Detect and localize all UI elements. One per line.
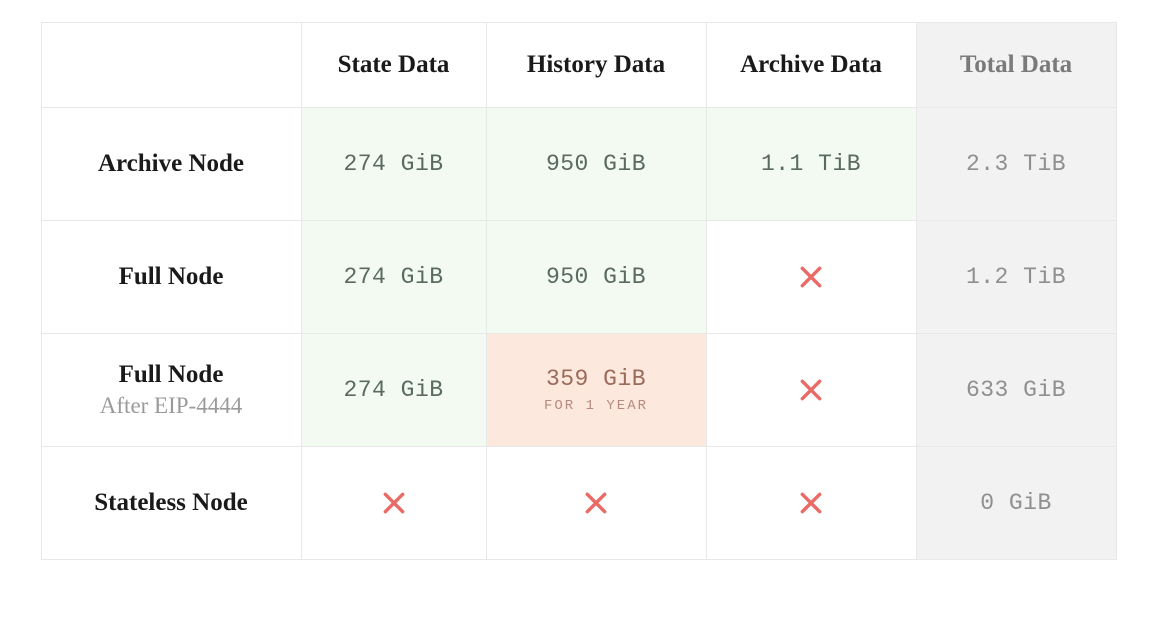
cell-archive-total: 2.3 TiB — [916, 108, 1116, 221]
page: State Data History Data Archive Data Tot… — [0, 0, 1157, 617]
x-icon — [798, 264, 824, 290]
cell-stateless-archive — [706, 447, 916, 560]
cell-archive-archive: 1.1 TiB — [706, 108, 916, 221]
cell-archive-history: 950 GiB — [486, 108, 706, 221]
header-blank — [41, 23, 301, 108]
cell-full-total: 1.2 TiB — [916, 221, 1116, 334]
header-archive: Archive Data — [706, 23, 916, 108]
x-icon — [798, 377, 824, 403]
cell-value: 274 GiB — [343, 151, 443, 177]
cell-full-history: 950 GiB — [486, 221, 706, 334]
header-total: Total Data — [916, 23, 1116, 108]
x-icon — [381, 490, 407, 516]
cell-value: 2.3 TiB — [966, 151, 1066, 177]
cell-archive-state: 274 GiB — [301, 108, 486, 221]
cell-stateless-history — [486, 447, 706, 560]
cell-value: 274 GiB — [343, 264, 443, 290]
row-label-main: Full Node — [42, 262, 301, 292]
header-row: State Data History Data Archive Data Tot… — [41, 23, 1116, 108]
header-state: State Data — [301, 23, 486, 108]
row-label-main: Full Node — [42, 360, 301, 390]
cell-value: 1.1 TiB — [761, 151, 861, 177]
cell-value: 950 GiB — [546, 264, 646, 290]
cell-note: FOR 1 YEAR — [544, 398, 648, 414]
row-label-full: Full Node — [41, 221, 301, 334]
row-label-archive: Archive Node — [41, 108, 301, 221]
node-data-table: State Data History Data Archive Data Tot… — [41, 22, 1117, 560]
cell-value: 359 GiB — [546, 366, 646, 392]
cell-full-archive — [706, 221, 916, 334]
cell-eip-history: 359 GiB FOR 1 YEAR — [486, 334, 706, 447]
cell-value: 1.2 TiB — [966, 264, 1066, 290]
cell-value: 274 GiB — [343, 377, 443, 403]
x-icon — [798, 490, 824, 516]
cell-full-state: 274 GiB — [301, 221, 486, 334]
x-icon — [583, 490, 609, 516]
cell-value: 950 GiB — [546, 151, 646, 177]
cell-eip-total: 633 GiB — [916, 334, 1116, 447]
table-row: Full Node 274 GiB 950 GiB 1.2 TiB — [41, 221, 1116, 334]
table-row: Archive Node 274 GiB 950 GiB 1.1 TiB 2.3… — [41, 108, 1116, 221]
cell-stateless-state — [301, 447, 486, 560]
table-row: Stateless Node — [41, 447, 1116, 560]
row-label-main: Archive Node — [42, 149, 301, 179]
cell-stateless-total: 0 GiB — [916, 447, 1116, 560]
cell-value: 633 GiB — [966, 377, 1066, 403]
cell-value: 0 GiB — [980, 490, 1052, 516]
row-label-stateless: Stateless Node — [41, 447, 301, 560]
row-label-sub: After EIP-4444 — [42, 392, 301, 420]
cell-eip-archive — [706, 334, 916, 447]
row-label-full-eip4444: Full Node After EIP-4444 — [41, 334, 301, 447]
cell-eip-state: 274 GiB — [301, 334, 486, 447]
header-history: History Data — [486, 23, 706, 108]
row-label-main: Stateless Node — [42, 488, 301, 518]
table-row: Full Node After EIP-4444 274 GiB 359 GiB… — [41, 334, 1116, 447]
